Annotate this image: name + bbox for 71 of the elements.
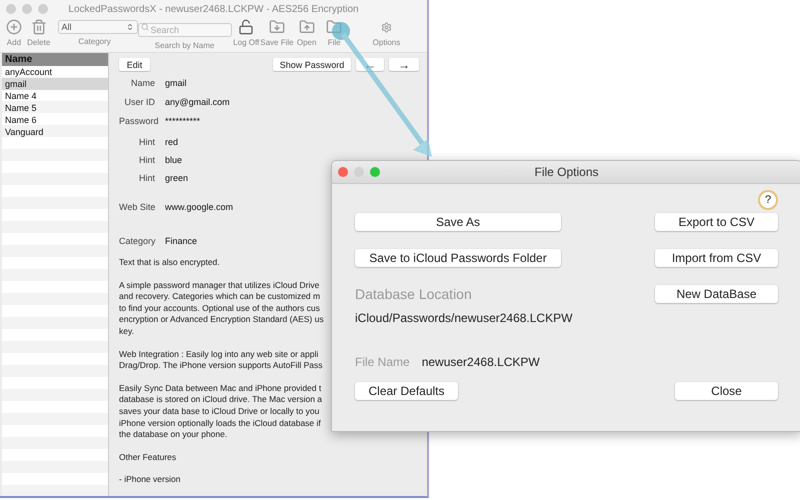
field-label: Name — [130, 78, 155, 88]
chevron-icon — [126, 23, 134, 31]
trash-icon — [30, 19, 47, 35]
notes-text: Drag/Drop. The iPhone version supports AutoFill Pass — [119, 360, 322, 372]
field-label: Hint — [138, 137, 155, 147]
field-value: www.google.com — [165, 202, 234, 212]
save-icloud-button[interactable]: Save to iCloud Passwords Folder — [355, 249, 561, 267]
notes-text: to find your accounts. Optional use of the authors cus — [119, 302, 320, 314]
export-csv-button[interactable]: Export to CSV — [655, 213, 778, 231]
close-button[interactable]: Close — [675, 382, 778, 400]
zoom-window-button[interactable] — [370, 167, 380, 177]
notes-text: iPhone version optionally loads the iCloud database if — [119, 418, 321, 430]
field-value: red — [165, 137, 180, 147]
zoom-window-button[interactable] — [38, 4, 48, 14]
window-title: LockedPasswordsX - newuser2468.LCKPW - AES256 Encryption — [68, 4, 359, 14]
field-label: Hint — [138, 173, 155, 183]
notes-text: Web Integration : Easily log into any web site or appli — [119, 348, 318, 360]
field-value: blue — [165, 155, 184, 165]
show-password-button[interactable]: Show Password — [273, 58, 351, 71]
close-window-button[interactable] — [6, 4, 16, 14]
search-icon — [140, 23, 149, 31]
help-button[interactable]: ? — [758, 190, 778, 210]
lock-icon — [238, 19, 254, 35]
list-item[interactable]: anyAccount — [2, 66, 108, 78]
plus-icon — [6, 19, 22, 35]
field-label: Category — [119, 236, 155, 246]
notes-text: database is stored on iCloud drive. The Mac version a — [119, 394, 322, 406]
new-database-button[interactable]: New DataBase — [655, 285, 778, 303]
database-path: iCloud/Passwords/newuser2468.LCKPW — [355, 311, 574, 325]
toolbar-label: Search by Name — [154, 41, 214, 50]
notes-text: - iPhone version — [119, 474, 180, 486]
file-name: newuser2468.LCKPW — [422, 355, 540, 369]
field-value: green — [165, 173, 190, 183]
field-value: any@gmail.com — [165, 97, 231, 107]
field-label: Web Site — [119, 202, 155, 212]
import-csv-button[interactable]: Import from CSV — [655, 249, 778, 267]
next-button[interactable]: → — [389, 58, 419, 71]
search-field[interactable]: Search — [138, 23, 232, 37]
list-item[interactable]: gmail — [2, 78, 108, 90]
save-as-button[interactable]: Save As — [355, 213, 561, 231]
minimize-window-button[interactable] — [22, 4, 32, 14]
toolbar-label: Category — [78, 37, 111, 46]
field-value: ********** — [165, 116, 202, 126]
edit-button[interactable]: Edit — [119, 58, 150, 71]
notes-text: the database on your phone. — [119, 429, 228, 441]
notes-text: A simple password manager that utilizes iCloud Drive — [119, 280, 320, 292]
notes-text: Other Features — [119, 452, 176, 464]
list-item[interactable]: Name 5 — [2, 102, 108, 114]
notes-text: key. — [119, 326, 134, 338]
list-item[interactable]: Name 6 — [2, 114, 108, 126]
notes-text: saves your data base to iCloud Drive or locally to you — [119, 406, 320, 418]
field-label: Hint — [138, 155, 155, 165]
field-label: File Name — [355, 355, 410, 369]
clear-defaults-button[interactable]: Clear Defaults — [355, 382, 458, 400]
notes-text: encryption or Advanced Encryption Standard (AES) us — [119, 314, 324, 326]
folder-down-icon — [268, 19, 285, 35]
close-window-button[interactable] — [338, 167, 348, 177]
list-item[interactable]: Vanguard — [2, 126, 108, 138]
field-value: Finance — [165, 236, 198, 246]
field-value: gmail — [165, 78, 188, 88]
notes-text: Easily Sync Data between Mac and iPhone provided t — [119, 382, 322, 394]
category-select[interactable]: All — [58, 20, 138, 34]
list-item[interactable]: Name 4 — [2, 90, 108, 102]
notes-text: and recovery. Categories which can be customized m — [119, 291, 320, 303]
folder-up-icon — [298, 19, 315, 35]
notes-text: Text that is also encrypted. — [119, 257, 220, 269]
field-label: User ID — [123, 97, 155, 107]
dialog-title: File Options — [534, 165, 599, 179]
column-header: Name — [2, 53, 108, 66]
settings-icon — [380, 22, 392, 33]
section-label: Database Location — [355, 286, 472, 302]
